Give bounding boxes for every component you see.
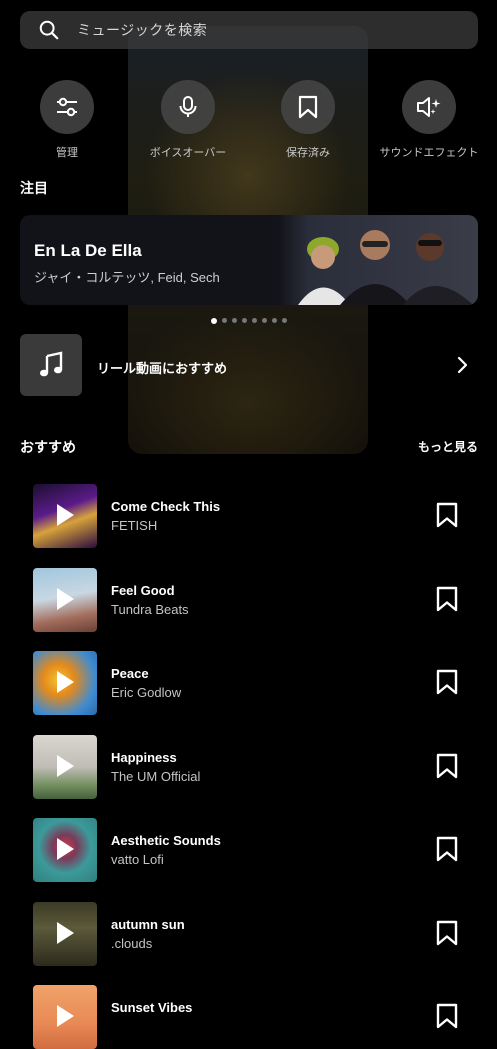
reels-recommendation-label: リール動画におすすめ [97, 361, 228, 376]
manage-label: 管理 [56, 147, 78, 159]
voiceover-circle[interactable] [161, 80, 215, 134]
track-row[interactable]: Feel Good Tundra Beats [33, 567, 465, 632]
voiceover-label: ボイスオーバー [149, 147, 227, 159]
carousel-dot [261, 318, 267, 323]
track-title: Happiness [111, 749, 177, 765]
featured-track-card[interactable]: En La De Ella ジャイ・コルテッツ, Feid, Sech [20, 215, 478, 305]
save-bookmark-icon[interactable] [435, 669, 459, 695]
featured-artwork [278, 215, 478, 305]
saved-circle[interactable] [281, 80, 335, 134]
track-cover[interactable] [33, 651, 97, 715]
manage-circle[interactable] [40, 80, 94, 134]
recommended-title: おすすめ [20, 439, 76, 455]
saved-label: 保存済み [286, 147, 330, 159]
quick-actions: 管理 ボイスオーバー 保存済み サウンドエフェクト [0, 80, 497, 160]
play-icon[interactable] [57, 671, 74, 693]
featured-track-artists: ジャイ・コルテッツ, Feid, Sech [34, 270, 220, 285]
track-cover[interactable] [33, 567, 97, 632]
carousel-dot [281, 318, 287, 323]
track-cover[interactable] [33, 484, 97, 548]
recommended-header: おすすめ もっと見る [20, 437, 478, 457]
chevron-right-icon[interactable] [452, 355, 472, 375]
sound-effects-circle[interactable] [402, 80, 456, 134]
track-artist: FETISH [111, 518, 158, 533]
carousel-dot [251, 318, 257, 323]
track-title: Come Check This [111, 499, 221, 514]
track-title: Sunset Vibes [111, 1000, 193, 1015]
track-artist: Tundra Beats [111, 601, 189, 617]
save-bookmark-icon[interactable] [435, 836, 459, 862]
track-artist: The UM Official [111, 768, 201, 784]
track-row[interactable]: Peace Eric Godlow [33, 651, 465, 715]
save-bookmark-icon[interactable] [435, 502, 459, 528]
sound-effect-icon [417, 97, 441, 117]
featured-section-title: 注目 [20, 180, 48, 196]
track-title: Feel Good [111, 582, 175, 598]
track-artist: vatto Lofi [111, 852, 164, 867]
saved-button[interactable]: 保存済み [248, 80, 368, 160]
play-icon[interactable] [57, 754, 74, 777]
carousel-dot [221, 318, 227, 323]
save-bookmark-icon[interactable] [435, 920, 459, 946]
voiceover-button[interactable]: ボイスオーバー [128, 80, 248, 160]
manage-button[interactable]: 管理 [7, 80, 127, 160]
carousel-dot [210, 317, 217, 324]
music-note-icon [40, 351, 63, 377]
play-icon[interactable] [57, 838, 74, 860]
play-icon[interactable] [57, 504, 74, 526]
carousel-dot [231, 318, 237, 323]
track-row[interactable]: Happiness The UM Official [33, 734, 465, 799]
carousel-dot [271, 318, 277, 323]
sound-effects-button[interactable]: サウンドエフェクト [369, 80, 489, 160]
save-bookmark-icon[interactable] [435, 1003, 459, 1029]
search-bar[interactable]: ミュージックを検索 [20, 11, 478, 49]
play-icon[interactable] [57, 921, 74, 944]
track-title: Peace [111, 666, 149, 681]
track-artist: .clouds [111, 935, 153, 951]
track-cover[interactable] [33, 901, 97, 966]
track-title: Aesthetic Sounds [111, 833, 221, 848]
search-icon [39, 20, 59, 40]
bookmark-icon [298, 95, 318, 119]
track-row[interactable]: autumn sun .clouds [33, 901, 465, 966]
save-bookmark-icon[interactable] [435, 753, 459, 779]
track-title: autumn sun [111, 916, 185, 932]
sliders-icon [57, 97, 77, 117]
reels-recommendation-row[interactable]: リール動画におすすめ [20, 334, 478, 396]
track-cover[interactable] [33, 818, 97, 882]
carousel-dot [241, 318, 247, 323]
featured-track-title: En La De Ella [34, 241, 142, 260]
search-input[interactable]: ミュージックを検索 [77, 20, 207, 40]
see-more-link[interactable]: もっと見る [418, 438, 478, 455]
microphone-icon [179, 96, 197, 117]
track-row[interactable]: Aesthetic Sounds vatto Lofi [33, 818, 465, 882]
sound-effects-label: サウンドエフェクト [379, 147, 479, 159]
save-bookmark-icon[interactable] [435, 586, 459, 612]
track-cover[interactable] [33, 734, 97, 799]
carousel-indicator [0, 317, 497, 324]
track-row[interactable]: Sunset Vibes [33, 985, 465, 1049]
music-note-thumbnail [20, 334, 82, 396]
track-cover[interactable] [33, 985, 97, 1049]
track-artist: Eric Godlow [111, 685, 182, 700]
track-row[interactable]: Come Check This FETISH [33, 484, 465, 548]
play-icon[interactable] [57, 587, 74, 610]
